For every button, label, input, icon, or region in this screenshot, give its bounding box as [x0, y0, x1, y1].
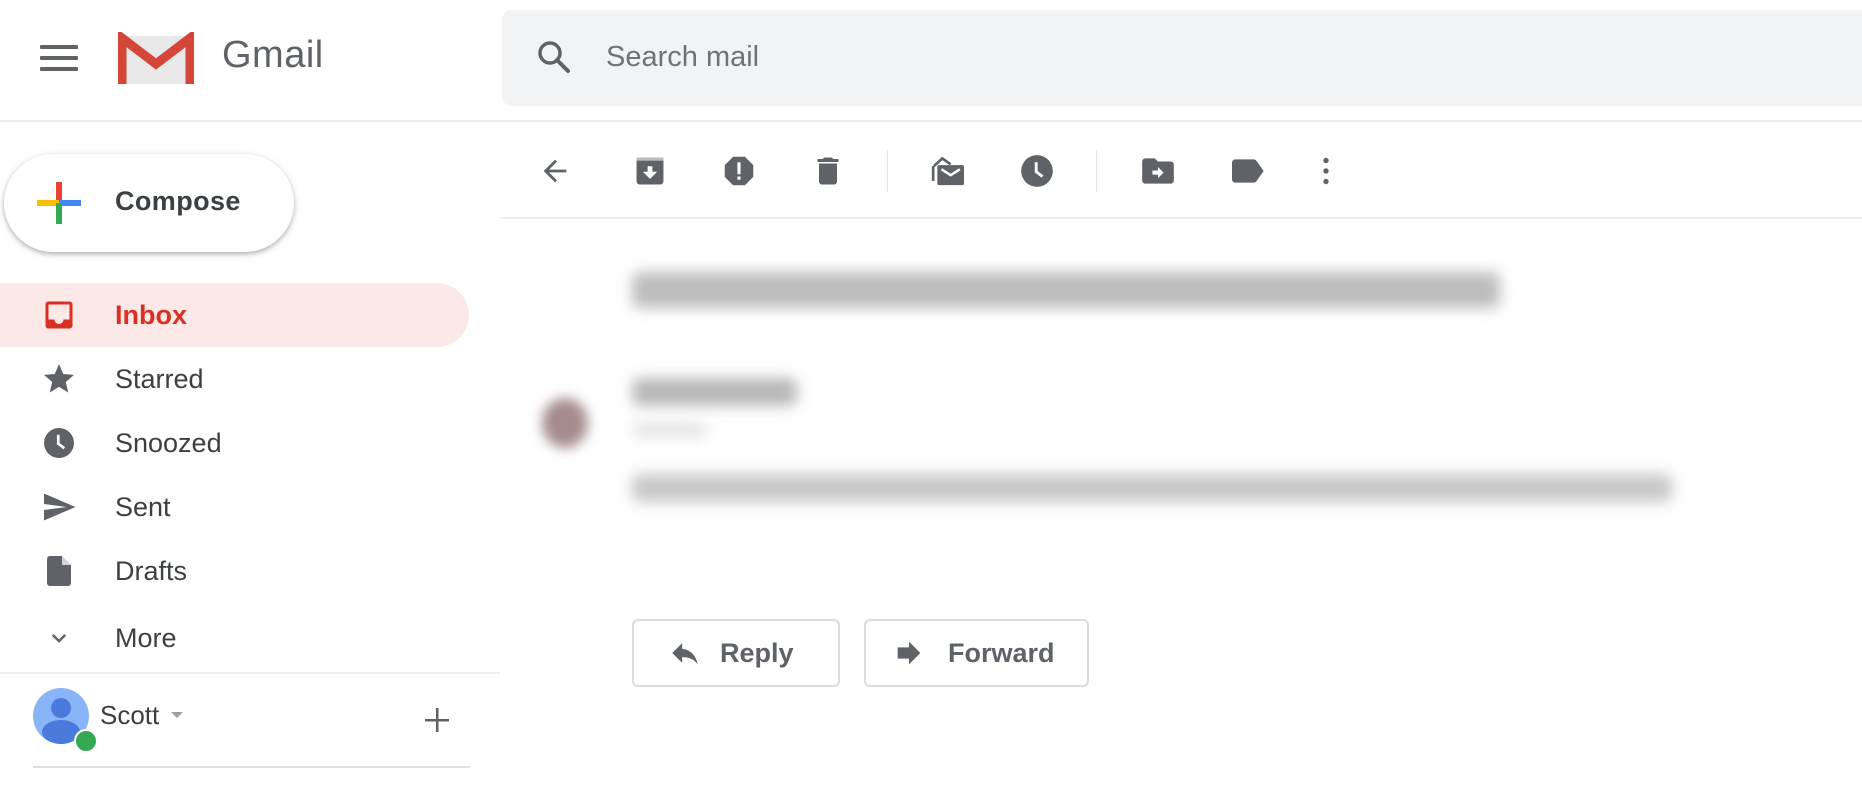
header-divider — [0, 120, 1862, 122]
plus-icon — [34, 178, 84, 228]
reply-button[interactable]: Reply — [632, 619, 840, 687]
forward-button[interactable]: Forward — [864, 619, 1089, 687]
gmail-logo-icon[interactable] — [117, 28, 195, 88]
move-to-folder-icon — [1142, 158, 1174, 184]
user-name[interactable]: Scott — [100, 700, 159, 731]
hamburger-line — [40, 56, 78, 60]
sender-avatar[interactable] — [542, 398, 588, 448]
more-vert-icon — [1323, 157, 1329, 185]
archive-icon — [636, 157, 664, 185]
trash-icon — [817, 157, 839, 185]
add-icon[interactable] — [420, 703, 454, 737]
label-icon — [1232, 159, 1264, 183]
clock-icon — [40, 424, 78, 462]
email-subject — [632, 272, 1500, 308]
toolbar-divider — [500, 217, 1862, 219]
hamburger-line — [40, 67, 78, 71]
forward-icon — [897, 641, 921, 665]
archive-button[interactable] — [629, 150, 671, 192]
sidebar-divider — [0, 672, 500, 674]
compose-label: Compose — [115, 186, 241, 216]
hamburger-line — [40, 45, 78, 49]
forward-label: Forward — [948, 637, 1055, 668]
inbox-icon — [40, 296, 78, 334]
delete-button[interactable] — [807, 150, 849, 192]
sidebar-item-label: Inbox — [115, 300, 187, 330]
toolbar-separator — [887, 150, 888, 192]
app-name: Gmail — [222, 34, 324, 76]
mark-unread-icon — [931, 156, 964, 186]
draft-icon — [40, 552, 78, 590]
search-input[interactable] — [606, 36, 1506, 78]
sidebar-bottom-divider — [33, 766, 470, 768]
sender-meta — [632, 423, 707, 437]
move-to-button[interactable] — [1137, 150, 1179, 192]
toolbar-separator — [1096, 150, 1097, 192]
more-options-button[interactable] — [1305, 150, 1347, 192]
sidebar-item-label: More — [115, 623, 177, 653]
sidebar-item-label: Starred — [115, 364, 204, 394]
reply-label: Reply — [720, 637, 794, 668]
sender-name — [632, 378, 797, 406]
back-button[interactable] — [534, 150, 576, 192]
reply-icon — [672, 643, 698, 665]
caret-down-icon[interactable] — [171, 712, 183, 718]
sidebar-item-label: Sent — [115, 492, 171, 522]
report-spam-icon — [724, 156, 754, 186]
mark-unread-button[interactable] — [928, 150, 970, 192]
arrow-back-icon — [543, 159, 567, 183]
send-icon — [40, 488, 78, 526]
search-icon[interactable] — [535, 38, 573, 76]
sidebar-item-label: Drafts — [115, 556, 188, 586]
chevron-down-icon — [40, 619, 78, 657]
star-icon — [40, 360, 78, 398]
clock-icon — [1021, 155, 1053, 187]
main-menu-button[interactable] — [40, 45, 78, 71]
snooze-button[interactable] — [1016, 150, 1058, 192]
labels-button[interactable] — [1226, 150, 1268, 192]
online-status-indicator — [74, 729, 98, 753]
email-body — [632, 474, 1672, 502]
report-spam-button[interactable] — [718, 150, 760, 192]
sidebar-item-label: Snoozed — [115, 428, 222, 458]
